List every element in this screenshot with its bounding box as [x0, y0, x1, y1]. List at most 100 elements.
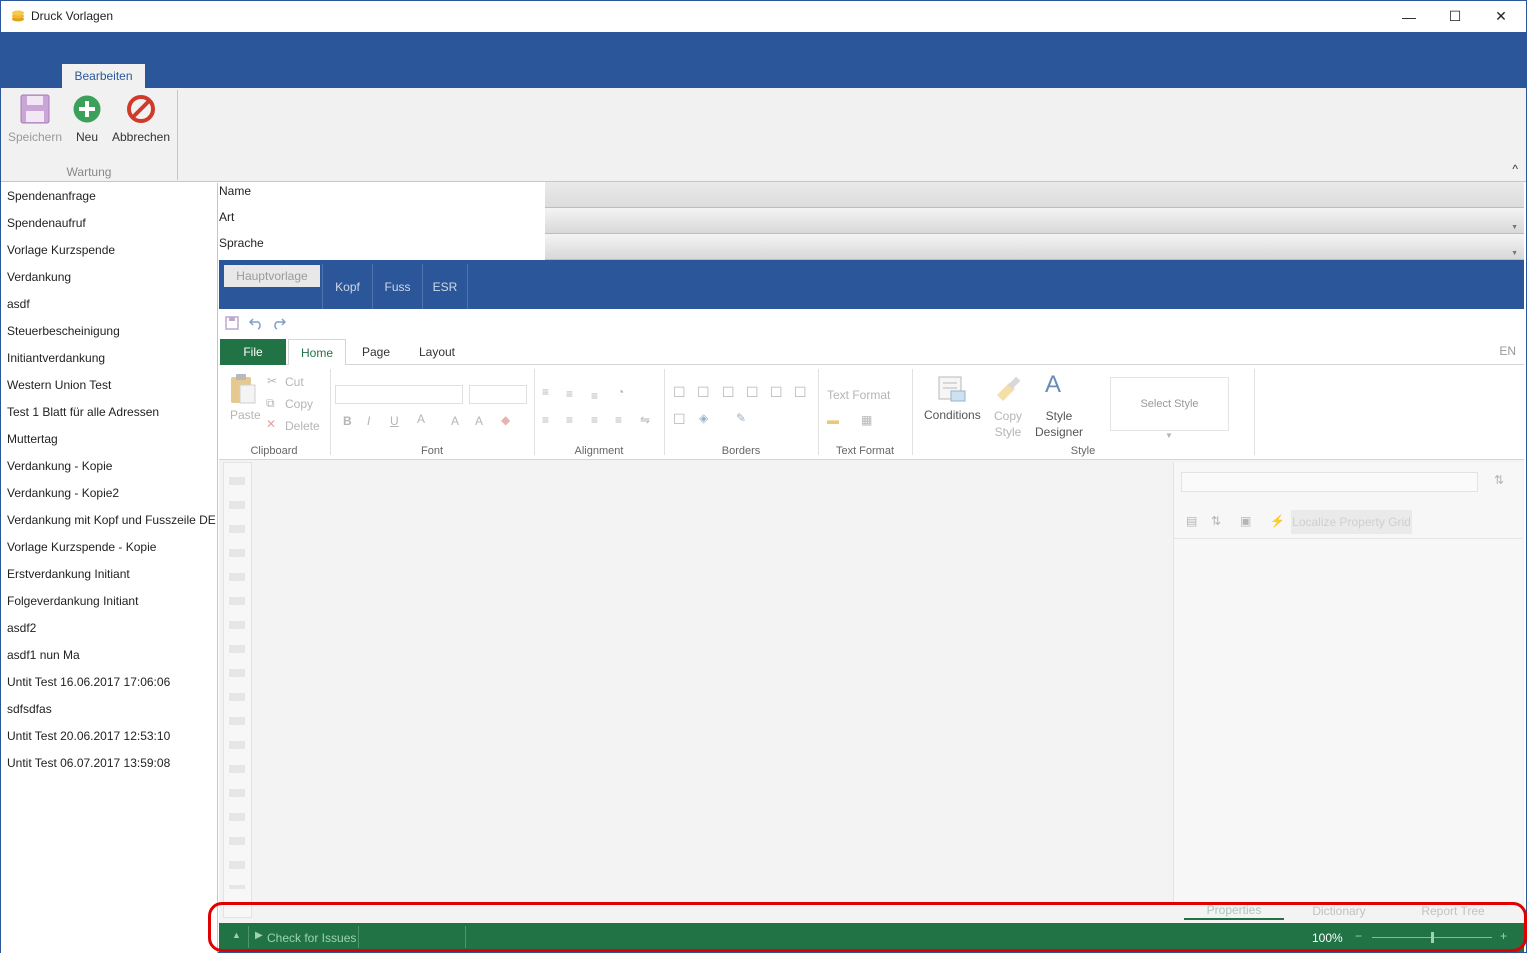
list-item[interactable]: sdfsdfas	[1, 696, 217, 723]
design-canvas[interactable]: ⇅ ▤ ⇅ ▣ ⚡ Localize Property Grid Propert…	[219, 460, 1524, 923]
top-border-icon[interactable]: ☐	[722, 384, 735, 401]
group-separator	[664, 369, 665, 455]
list-item[interactable]: Spendenanfrage	[1, 183, 217, 210]
rotate-icon[interactable]: ◔	[617, 385, 624, 399]
tab-esr[interactable]: ESR	[422, 264, 468, 309]
chevron-down-icon[interactable]: ▼	[1165, 431, 1173, 440]
list-item[interactable]: Folgeverdankung Initiant	[1, 588, 217, 615]
localize-button[interactable]: Localize Property Grid	[1291, 510, 1412, 534]
paste-button[interactable]: Paste	[230, 408, 261, 422]
align-right-icon[interactable]: ≡	[591, 413, 598, 427]
no-border-icon[interactable]: ☐	[697, 384, 710, 401]
underline-icon[interactable]: U	[390, 414, 399, 428]
events-icon[interactable]: ▣	[1240, 514, 1251, 528]
name-field[interactable]	[545, 182, 1524, 208]
right-border-icon[interactable]: ☐	[794, 384, 807, 401]
group-separator	[177, 90, 178, 180]
art-select[interactable]: ▼	[545, 208, 1524, 234]
align-bottom-icon[interactable]: ≡	[591, 389, 598, 403]
list-item[interactable]: Muttertag	[1, 426, 217, 453]
maximize-button[interactable]: ☐	[1432, 1, 1478, 32]
tab-hauptvorlage[interactable]: Hauptvorlage	[224, 265, 320, 287]
list-item[interactable]: Vorlage Kurzspende - Kopie	[1, 534, 217, 561]
align-center-icon[interactable]: ≡	[566, 413, 573, 427]
text-format-button[interactable]: Text Format	[827, 388, 890, 402]
component-select[interactable]	[1181, 472, 1478, 492]
save-icon[interactable]	[225, 316, 239, 330]
tab-page[interactable]: Page	[354, 339, 398, 365]
list-item[interactable]: Steuerbescheinigung	[1, 318, 217, 345]
copy-style-button[interactable]: Copy Style	[994, 408, 1022, 440]
language-indicator[interactable]: EN	[1499, 344, 1516, 358]
new-button[interactable]: Neu	[67, 94, 107, 144]
font-size-select[interactable]	[469, 385, 527, 404]
tab-bearbeiten[interactable]: Bearbeiten	[62, 64, 145, 88]
list-item[interactable]: Spendenaufruf	[1, 210, 217, 237]
alphabetical-icon[interactable]: ⇅	[1211, 514, 1221, 528]
sort-icon[interactable]: ⇅	[1494, 473, 1504, 487]
fill-color-icon[interactable]: ◈	[699, 411, 708, 425]
save-button[interactable]: Speichern	[7, 94, 63, 144]
delete-button[interactable]: Delete	[285, 419, 320, 433]
list-item[interactable]: Test 1 Blatt für alle Adressen	[1, 399, 217, 426]
list-item[interactable]: Vorlage Kurzspende	[1, 237, 217, 264]
list-item[interactable]: Initiantverdankung	[1, 345, 217, 372]
list-item[interactable]: asdf1 nun Ma	[1, 642, 217, 669]
collapse-ribbon-button[interactable]: ^	[1512, 162, 1518, 176]
categorized-icon[interactable]: ▤	[1186, 514, 1197, 528]
list-item[interactable]: Untit Test 20.06.2017 12:53:10	[1, 723, 217, 750]
bottom-border-icon[interactable]: ☐	[770, 384, 783, 401]
list-item[interactable]: asdf	[1, 291, 217, 318]
font-color-icon[interactable]: A	[417, 412, 425, 426]
tab-kopf[interactable]: Kopf	[322, 264, 372, 309]
font-family-select[interactable]	[335, 385, 463, 404]
window-title: Druck Vorlagen	[31, 9, 114, 23]
list-item[interactable]: Verdankung - Kopie2	[1, 480, 217, 507]
redo-icon[interactable]	[272, 316, 286, 330]
sprache-select[interactable]: ▼	[545, 234, 1524, 260]
tab-file[interactable]: File	[220, 339, 286, 365]
tab-layout[interactable]: Layout	[411, 339, 463, 365]
copy-button[interactable]: Copy	[285, 397, 313, 411]
list-item[interactable]: asdf2	[1, 615, 217, 642]
align-top-icon[interactable]: ≡	[542, 385, 549, 399]
border-color-icon[interactable]: ✎	[736, 411, 746, 425]
bold-icon[interactable]: B	[343, 414, 352, 428]
list-item[interactable]: Verdankung - Kopie	[1, 453, 217, 480]
justify-icon[interactable]: ≡	[615, 413, 622, 427]
all-borders-icon[interactable]: ☐	[673, 384, 686, 401]
align-middle-icon[interactable]: ≡	[566, 387, 573, 401]
word-wrap-icon[interactable]: ⇋	[640, 413, 650, 427]
conditions-small-icon[interactable]: ▬	[827, 413, 839, 427]
select-style-gallery[interactable]: Select Style	[1110, 377, 1229, 431]
tab-fuss[interactable]: Fuss	[372, 264, 422, 309]
list-item[interactable]: Verdankung mit Kopf und Fusszeile DE	[1, 507, 217, 534]
cancel-button[interactable]: Abbrechen	[111, 94, 171, 144]
grow-font-icon[interactable]: A	[451, 414, 459, 428]
italic-icon[interactable]: I	[367, 414, 370, 428]
cut-button[interactable]: Cut	[285, 375, 304, 389]
list-item[interactable]: Untit Test 06.07.2017 13:59:08	[1, 750, 217, 777]
list-item[interactable]: Verdankung	[1, 264, 217, 291]
undo-icon[interactable]	[249, 316, 263, 330]
panel-divider	[1174, 538, 1522, 539]
save-label: Speichern	[7, 130, 63, 144]
clear-format-icon[interactable]: ◆	[501, 413, 510, 427]
lightning-icon[interactable]: ⚡	[1270, 514, 1285, 528]
toolbox-items[interactable]	[229, 469, 245, 889]
minimize-button[interactable]: —	[1386, 1, 1432, 32]
align-left-icon[interactable]: ≡	[542, 413, 549, 427]
close-button[interactable]: ✕	[1478, 1, 1524, 32]
format-icon[interactable]: ▦	[861, 413, 872, 427]
tab-home[interactable]: Home	[288, 339, 346, 366]
scissors-icon: ✂	[267, 374, 278, 388]
list-item[interactable]: Untit Test 16.06.2017 17:06:06	[1, 669, 217, 696]
border-style-icon[interactable]: ☐	[673, 411, 686, 428]
conditions-button[interactable]: Conditions	[924, 408, 981, 422]
list-item[interactable]: Western Union Test	[1, 372, 217, 399]
list-item[interactable]: Erstverdankung Initiant	[1, 561, 217, 588]
shrink-font-icon[interactable]: A	[475, 414, 483, 428]
style-designer-button[interactable]: Style Designer	[1035, 408, 1083, 440]
designer-tabs: File Home Page Layout EN	[219, 339, 1524, 366]
left-border-icon[interactable]: ☐	[746, 384, 759, 401]
